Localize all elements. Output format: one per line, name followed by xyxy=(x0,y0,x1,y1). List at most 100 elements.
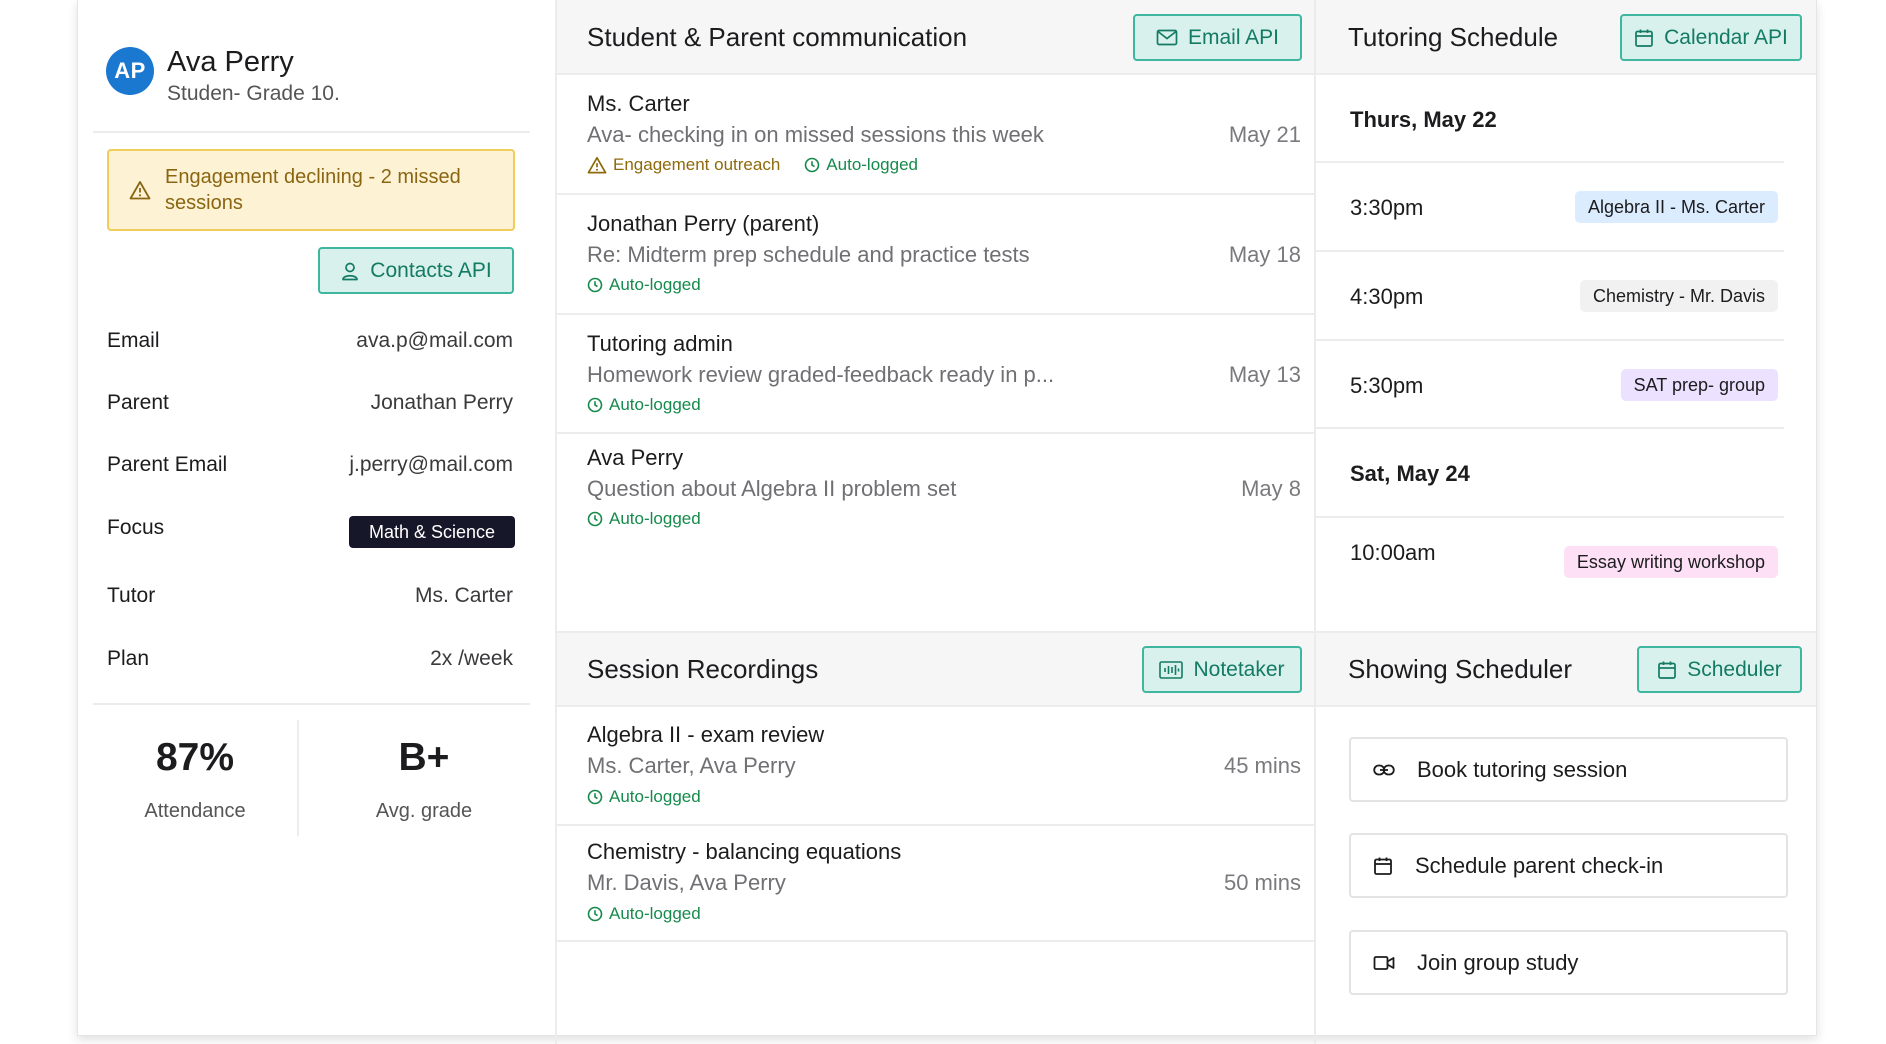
scheduler-label: Scheduler xyxy=(1687,657,1782,681)
divider xyxy=(555,0,557,1044)
recording-tags: Auto-logged xyxy=(587,904,701,924)
communication-title: Student & Parent communication xyxy=(587,22,968,52)
message-date: May 21 xyxy=(1228,122,1301,147)
field-label-parent: Parent xyxy=(107,391,169,414)
notetaker-button[interactable]: Notetaker xyxy=(1142,646,1302,693)
action-label: Book tutoring session xyxy=(1417,756,1628,782)
engagement-outreach-tag: Engagement outreach xyxy=(587,155,780,175)
field-value-parent-email: j.perry@mail.com xyxy=(349,453,513,476)
waveform-icon xyxy=(1159,660,1184,679)
slot-event: SAT prep- group xyxy=(1620,369,1778,401)
calendar-icon xyxy=(1634,28,1654,48)
email-api-button[interactable]: Email API xyxy=(1133,14,1302,61)
divider xyxy=(557,432,1314,434)
recording-people: Mr. Davis, Ava Perry xyxy=(587,870,786,895)
tag-label: Auto-logged xyxy=(826,155,918,174)
slot-event: Chemistry - Mr. Davis xyxy=(1579,280,1778,312)
clock-icon xyxy=(587,277,603,293)
message-subject: Question about Algebra II problem set xyxy=(587,476,957,501)
field-label-tutor: Tutor xyxy=(107,584,156,607)
scheduler-button[interactable]: Scheduler xyxy=(1637,646,1802,693)
action-label: Join group study xyxy=(1417,949,1579,975)
link-icon xyxy=(1373,763,1395,777)
message-subject: Ava- checking in on missed sessions this… xyxy=(587,122,1044,147)
attendance-value: 87% xyxy=(155,736,235,779)
student-grade: Studen- Grade 10. xyxy=(167,82,340,105)
auto-logged-tag: Auto-logged xyxy=(587,509,701,529)
warning-icon xyxy=(587,156,607,174)
calendar-icon xyxy=(1657,660,1677,680)
divider xyxy=(557,313,1314,315)
recordings-title: Session Recordings xyxy=(587,654,819,684)
auto-logged-tag: Auto-logged xyxy=(587,395,701,415)
message-tags: Auto-logged xyxy=(587,509,701,529)
recording-duration: 50 mins xyxy=(1223,870,1301,895)
clock-icon xyxy=(587,906,603,922)
clock-icon xyxy=(804,157,820,173)
divider xyxy=(1316,705,1816,707)
auto-logged-tag: Auto-logged xyxy=(587,275,701,295)
divider xyxy=(1316,250,1784,252)
avg-grade-label: Avg. grade xyxy=(375,800,473,822)
field-value-tutor: Ms. Carter xyxy=(414,584,513,607)
warning-icon xyxy=(129,180,151,200)
calendar-api-button[interactable]: Calendar API xyxy=(1620,14,1802,61)
field-label-parent-email: Parent Email xyxy=(107,453,228,476)
tag-label: Auto-logged xyxy=(609,904,701,923)
slot-time: 3:30pm xyxy=(1350,195,1424,220)
divider xyxy=(1316,516,1784,518)
divider xyxy=(557,193,1314,195)
join-group-study-button[interactable]: Join group study xyxy=(1349,930,1788,995)
field-value-parent: Jonathan Perry xyxy=(370,391,513,414)
field-label-plan: Plan xyxy=(107,647,150,670)
mail-icon xyxy=(1156,29,1178,46)
recording-people: Ms. Carter, Ava Perry xyxy=(587,753,796,778)
video-icon xyxy=(1373,955,1395,971)
schedule-day: Thurs, May 22 xyxy=(1350,107,1497,132)
slot-time: 10:00am xyxy=(1350,540,1436,565)
auto-logged-tag: Auto-logged xyxy=(587,904,701,924)
tag-label: Auto-logged xyxy=(609,395,701,414)
divider xyxy=(557,73,1314,75)
student-name: Ava Perry xyxy=(167,46,294,78)
message-subject: Homework review graded-feedback ready in… xyxy=(587,362,1055,387)
user-icon xyxy=(340,261,360,281)
divider xyxy=(557,940,1314,942)
contacts-api-button[interactable]: Contacts API xyxy=(318,247,514,294)
avg-grade-value: B+ xyxy=(398,736,450,779)
auto-logged-tag: Auto-logged xyxy=(804,155,918,175)
focus-badge: Math & Science xyxy=(349,516,515,548)
schedule-parent-check-in-button[interactable]: Schedule parent check-in xyxy=(1349,833,1788,898)
field-label-focus: Focus xyxy=(107,516,165,539)
tag-label: Engagement outreach xyxy=(613,155,781,174)
calendar-icon xyxy=(1373,856,1393,876)
recording-tags: Auto-logged xyxy=(587,787,701,807)
book-tutoring-session-button[interactable]: Book tutoring session xyxy=(1349,737,1788,802)
recording-title: Algebra II - exam review xyxy=(587,722,825,747)
divider xyxy=(297,720,299,836)
tag-label: Auto-logged xyxy=(609,509,701,528)
clock-icon xyxy=(587,397,603,413)
calendar-api-label: Calendar API xyxy=(1664,25,1788,49)
email-api-label: Email API xyxy=(1187,25,1280,49)
tag-label: Auto-logged xyxy=(609,787,701,806)
message-date: May 18 xyxy=(1228,242,1301,267)
divider xyxy=(1316,427,1784,429)
divider xyxy=(557,824,1314,826)
engagement-alert: Engagement declining - 2 missed sessions xyxy=(107,149,515,231)
slot-time: 4:30pm xyxy=(1350,284,1424,309)
message-date: May 8 xyxy=(1241,476,1301,501)
message-tags: Engagement outreach Auto-logged xyxy=(587,155,918,175)
divider xyxy=(93,703,530,705)
slot-event: Algebra II - Ms. Carter xyxy=(1574,191,1778,223)
divider xyxy=(557,705,1314,707)
alert-text: Engagement declining - 2 missed sessions xyxy=(165,166,461,214)
action-label: Schedule parent check-in xyxy=(1415,852,1664,878)
clock-icon xyxy=(587,511,603,527)
tag-label: Auto-logged xyxy=(609,275,701,294)
recording-title: Chemistry - balancing equations xyxy=(587,839,902,864)
contacts-api-label: Contacts API xyxy=(370,258,492,282)
avatar: AP xyxy=(106,47,154,95)
notetaker-label: Notetaker xyxy=(1193,657,1285,681)
schedule-title: Tutoring Schedule xyxy=(1348,22,1559,52)
